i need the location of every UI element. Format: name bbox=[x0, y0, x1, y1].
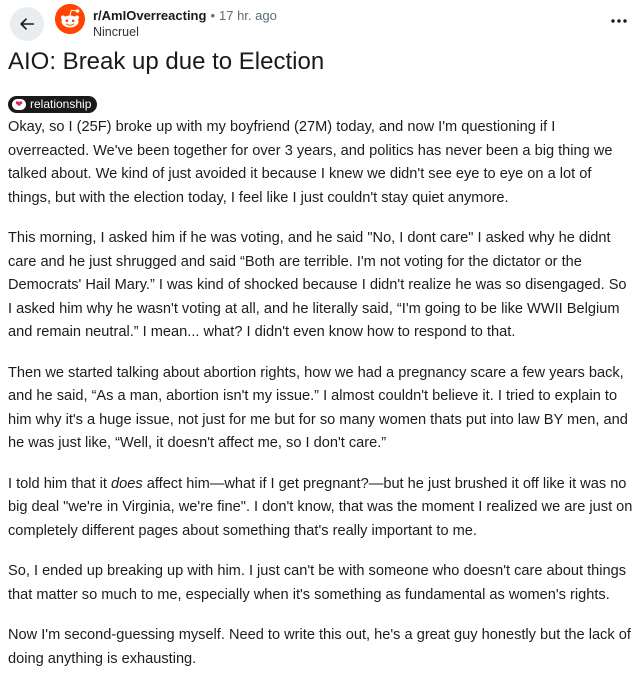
post-header: r/AmIOverreacting • 17 hr. ago Nincruel bbox=[0, 0, 640, 44]
back-button[interactable] bbox=[10, 7, 44, 41]
flair-label: relationship bbox=[30, 97, 92, 111]
arrow-left-icon bbox=[20, 18, 35, 30]
subreddit-link[interactable]: r/AmIOverreacting bbox=[93, 8, 206, 23]
post-meta: r/AmIOverreacting • 17 hr. ago bbox=[93, 8, 277, 24]
meta-separator: • bbox=[210, 8, 215, 23]
author-link[interactable]: Nincruel bbox=[93, 25, 139, 40]
body-paragraph: Okay, so I (25F) broke up with my boyfri… bbox=[8, 119, 613, 206]
reddit-snoo-icon bbox=[55, 4, 85, 34]
body-paragraph: So, I ended up breaking up with him. I j… bbox=[8, 563, 627, 603]
body-text: I told him that it bbox=[8, 475, 112, 492]
body-paragraph: Then we started talking about abortion r… bbox=[8, 364, 628, 452]
post-flair[interactable]: ❤ relationship bbox=[8, 96, 98, 113]
body-emphasis: does bbox=[111, 475, 143, 492]
body-paragraph: Now I'm second-guessing myself. Need to … bbox=[8, 627, 631, 667]
body-paragraph: This morning, I asked him if he was voti… bbox=[8, 230, 627, 340]
post-age: 17 hr. ago bbox=[219, 8, 277, 23]
body-paragraph: I told him that it does affect him—what … bbox=[8, 473, 634, 544]
heart-icon: ❤ bbox=[12, 99, 26, 110]
post-body: Okay, so I (25F) broke up with my boyfri… bbox=[8, 116, 634, 688]
more-options-button[interactable] bbox=[606, 10, 632, 32]
more-horizontal-icon bbox=[611, 19, 627, 23]
post-title: AIO: Break up due to Election bbox=[8, 48, 325, 75]
subreddit-avatar[interactable] bbox=[55, 4, 85, 34]
